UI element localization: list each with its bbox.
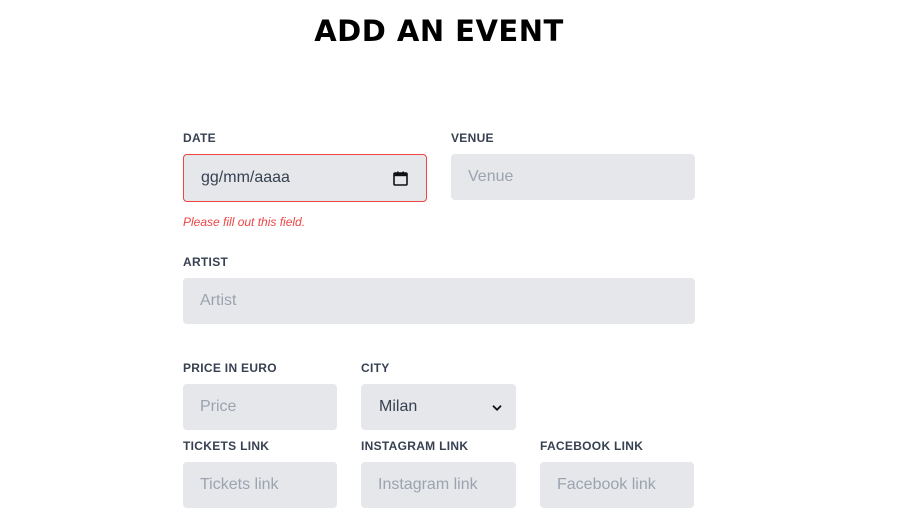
city-select-value: Milan [379, 398, 418, 415]
instagram-link-label: INSTAGRAM LINK [361, 439, 469, 453]
chevron-down-icon [491, 401, 503, 413]
instagram-link-input[interactable] [361, 462, 516, 508]
facebook-link-label: FACEBOOK LINK [540, 439, 644, 453]
city-select[interactable]: Milan [361, 384, 516, 430]
tickets-link-input[interactable] [183, 462, 337, 508]
date-label: DATE [183, 131, 216, 145]
price-input[interactable] [183, 384, 337, 430]
artist-label: ARTIST [183, 255, 229, 269]
date-input[interactable]: gg/mm/aaaa [183, 154, 427, 202]
calendar-icon[interactable] [393, 171, 408, 186]
venue-label: VENUE [451, 131, 494, 145]
facebook-link-input[interactable] [540, 462, 694, 508]
price-label: PRICE IN EURO [183, 361, 277, 375]
artist-input[interactable] [183, 278, 695, 324]
venue-input[interactable] [451, 154, 695, 200]
page-title: ADD AN EVENT [314, 14, 564, 48]
tickets-link-label: TICKETS LINK [183, 439, 270, 453]
date-error-message: Please fill out this field. [183, 215, 306, 229]
date-input-value: gg/mm/aaaa [201, 169, 290, 186]
city-label: CITY [361, 361, 390, 375]
